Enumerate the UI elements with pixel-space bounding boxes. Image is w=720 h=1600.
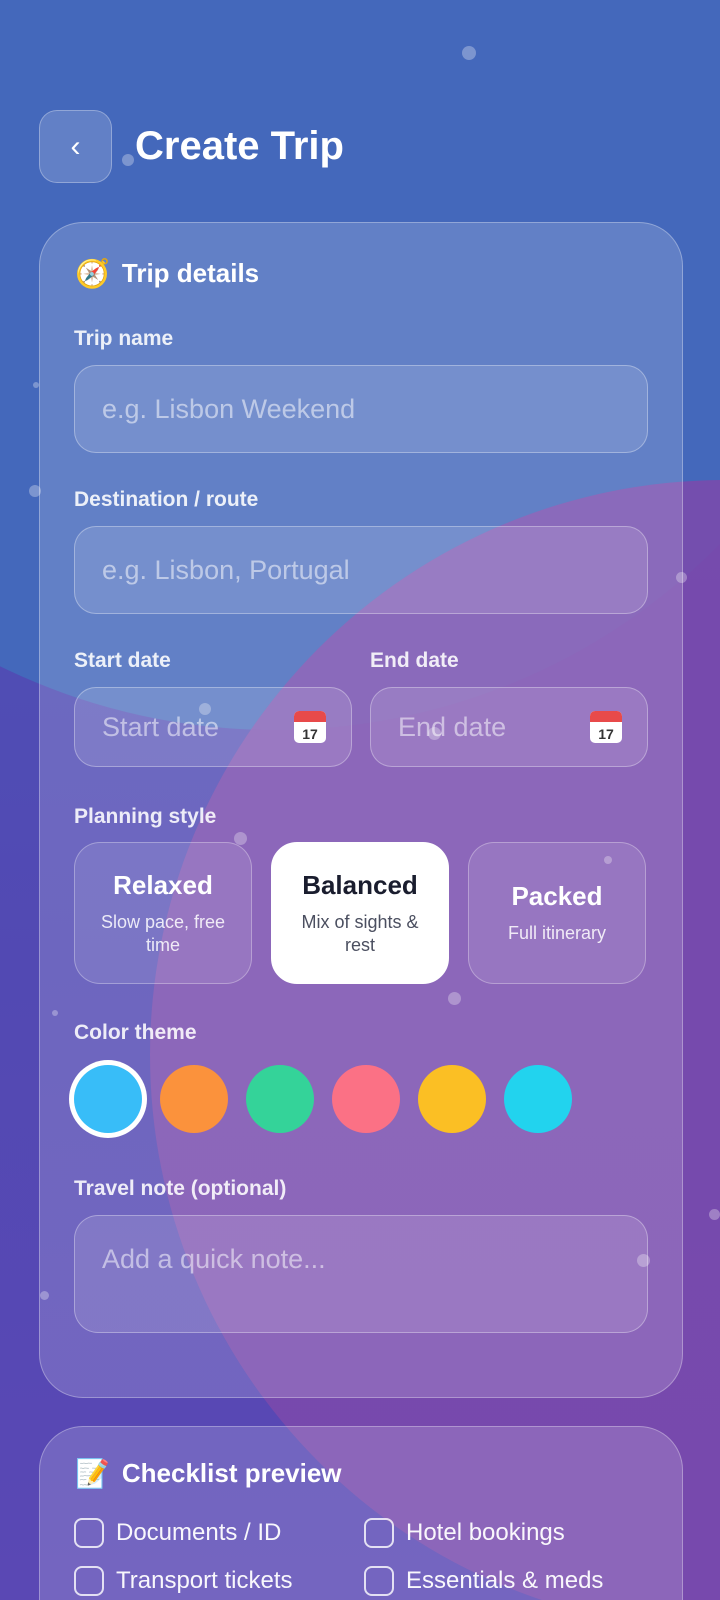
end-date-input[interactable]: End date 17	[370, 687, 648, 767]
style-option-desc: Slow pace, free time	[100, 912, 226, 955]
start-date-placeholder: Start date	[102, 711, 220, 742]
color-theme-label: Color theme	[74, 1021, 197, 1044]
planning-style-label: Planning style	[74, 805, 217, 828]
back-button[interactable]: ‹	[39, 110, 112, 183]
trip-name-label: Trip name	[74, 327, 174, 350]
color-swatch[interactable]	[418, 1065, 486, 1133]
color-swatch[interactable]	[504, 1065, 572, 1133]
style-option-balanced[interactable]: Balanced Mix of sights & rest	[271, 842, 449, 984]
style-option-desc: Full itinerary	[507, 923, 607, 944]
style-option-name: Balanced	[302, 870, 418, 900]
destination-input[interactable]: e.g. Lisbon, Portugal	[74, 526, 648, 614]
checklist-item[interactable]: Essentials & meds	[364, 1566, 603, 1596]
destination-label: Destination / route	[74, 488, 259, 511]
color-swatch[interactable]	[160, 1065, 228, 1133]
chevron-left-icon: ‹	[70, 129, 81, 163]
color-swatch[interactable]	[332, 1065, 400, 1133]
start-date-label: Start date	[74, 649, 171, 672]
style-option-desc: Mix of sights & rest	[301, 912, 419, 955]
checklist-item-label: Documents / ID	[116, 1519, 282, 1546]
color-swatch[interactable]	[74, 1065, 142, 1133]
memo-icon: 📝	[75, 1457, 110, 1490]
end-date-placeholder: End date	[398, 711, 507, 742]
style-option-name: Relaxed	[113, 870, 213, 900]
color-swatch[interactable]	[246, 1065, 314, 1133]
checkbox[interactable]	[364, 1566, 394, 1596]
checklist-item[interactable]: Hotel bookings	[364, 1518, 565, 1548]
trip-details-title: Trip details	[121, 258, 260, 288]
header: ‹ Create Trip	[39, 110, 344, 183]
compass-icon: 🧭	[75, 257, 110, 290]
checkbox[interactable]	[364, 1518, 394, 1548]
trip-details-heading: 🧭 Trip details	[75, 257, 259, 290]
calendar-icon: 17	[590, 711, 622, 743]
checkbox[interactable]	[74, 1566, 104, 1596]
checklist-heading: 📝 Checklist preview	[75, 1457, 342, 1490]
trip-details-card: 🧭 Trip details Trip name e.g. Lisbon Wee…	[39, 222, 683, 1398]
start-date-input[interactable]: Start date 17	[74, 687, 352, 767]
checklist-item-label: Hotel bookings	[406, 1519, 565, 1546]
style-option-relaxed[interactable]: Relaxed Slow pace, free time	[74, 842, 252, 984]
checklist-item[interactable]: Transport tickets	[74, 1566, 293, 1596]
trip-name-input[interactable]: e.g. Lisbon Weekend	[74, 365, 648, 453]
style-option-packed[interactable]: Packed Full itinerary	[468, 842, 646, 984]
end-date-label: End date	[370, 649, 459, 672]
checklist-card: 📝 Checklist preview Documents / ID Hotel…	[39, 1426, 683, 1600]
checklist-item-label: Transport tickets	[116, 1567, 293, 1594]
checklist-item-label: Essentials & meds	[406, 1567, 604, 1594]
travel-note-input[interactable]: Add a quick note...	[74, 1215, 648, 1333]
travel-note-label: Travel note (optional)	[74, 1177, 287, 1200]
page-title: Create Trip	[135, 124, 344, 168]
calendar-icon: 17	[294, 711, 326, 743]
checklist-title: Checklist preview	[121, 1458, 342, 1488]
style-option-name: Packed	[511, 881, 603, 912]
checkbox[interactable]	[74, 1518, 104, 1548]
checklist-item[interactable]: Documents / ID	[74, 1518, 281, 1548]
